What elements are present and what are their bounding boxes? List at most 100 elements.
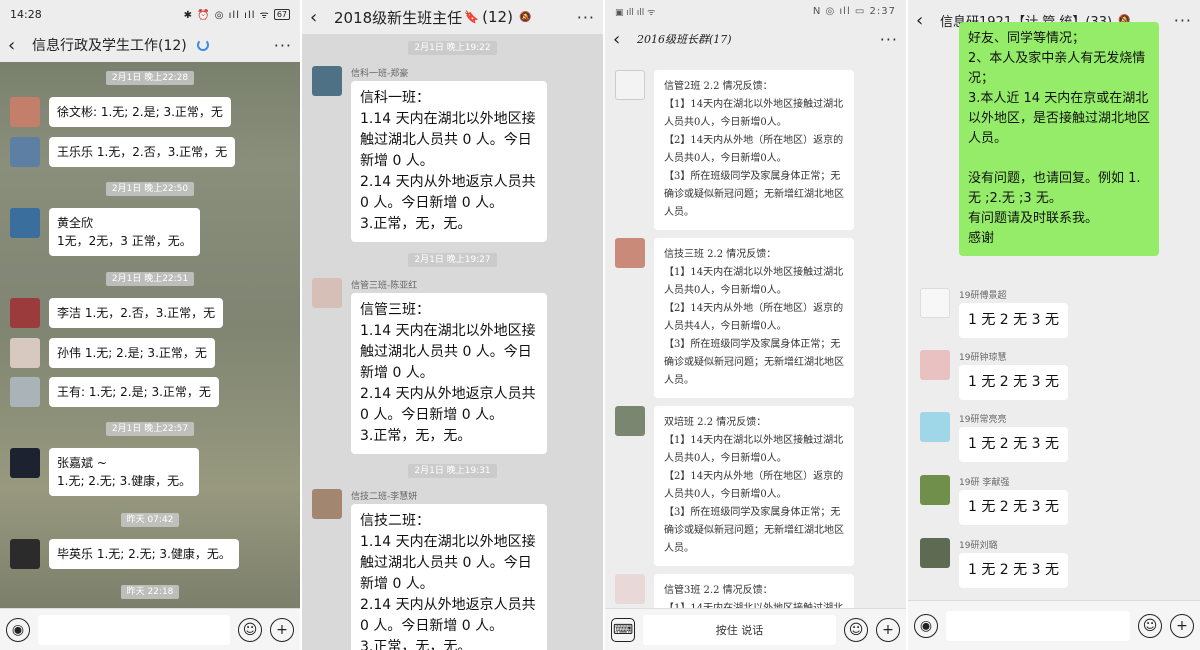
avatar[interactable] — [920, 538, 950, 568]
message: 张嘉斌 ~ 1.无; 2.无; 3.健康，无。 — [10, 448, 200, 496]
avatar[interactable] — [312, 489, 342, 519]
avatar[interactable] — [10, 137, 40, 167]
chat-panel-3: ▣ ıll ıll ᯤ N ◎ ıll ▭ 2:37 ‹ 2016级班长群(17… — [605, 0, 906, 650]
sender-name: 19研常亮亮 — [959, 415, 1007, 425]
own-message: 好友、同学等情况； 2、本人及家中亲人有无发烧情况； 3.本人近 14 天内在京… — [950, 22, 1159, 256]
message: 李洁 1.无，2.否，3.正常，无 — [10, 298, 224, 328]
back-icon[interactable]: ‹ — [8, 35, 26, 56]
message-bubble[interactable]: 张嘉斌 ~ 1.无; 2.无; 3.健康，无。 — [49, 448, 200, 496]
message: 19研常亮亮 1 无 2 无 3 无 — [920, 412, 1068, 462]
message-bubble[interactable]: 信管三班： 1.14 天内在湖北以外地区接触过湖北人员共 0 人。今日新增 0 … — [351, 293, 547, 454]
emoji-icon[interactable]: ☺ — [1138, 613, 1162, 638]
avatar[interactable] — [615, 574, 645, 604]
chat-panel-4: ‹ 信息研1921【计 管 统】(33) 🔕 ··· 好友、同学等情况； 2、本… — [908, 0, 1200, 650]
message-bubble[interactable]: 李洁 1.无，2.否，3.正常，无 — [49, 298, 224, 328]
message-bubble[interactable]: 1 无 2 无 3 无 — [959, 365, 1068, 400]
message-bubble[interactable]: 好友、同学等情况； 2、本人及家中亲人有无发烧情况； 3.本人近 14 天内在京… — [959, 22, 1159, 256]
voice-icon[interactable]: ◉ — [914, 613, 938, 638]
chat-panel-1: 14:28 ✱ ⏰ ◎ ıll ıll ᯤ 67 ‹ 信息行政及学生工作(12)… — [0, 0, 300, 650]
battery-icon: 67 — [273, 8, 290, 20]
message-bubble[interactable]: 王有: 1.无; 2.是; 3.正常，无 — [49, 377, 219, 407]
add-icon[interactable]: + — [270, 617, 294, 642]
message: 王有: 1.无; 2.是; 3.正常，无 — [10, 377, 219, 407]
avatar[interactable] — [10, 539, 40, 569]
message: 19研钟琼慧 1 无 2 无 3 无 — [920, 350, 1068, 400]
emoji-icon[interactable]: ☺ — [844, 617, 868, 642]
avatar[interactable] — [615, 70, 645, 100]
more-icon[interactable]: ··· — [880, 30, 898, 49]
message: 徐文彬: 1.无; 2.是; 3.正常，无 — [10, 97, 231, 127]
sender-name: 信管三班-陈亚红 — [351, 281, 418, 291]
status-icons: ✱ ⏰ ◎ ıll ıll ᯤ — [183, 10, 270, 21]
avatar[interactable] — [312, 66, 342, 96]
input-bar: ◉ ☺ + — [908, 600, 1200, 650]
voice-icon[interactable]: ◉ — [6, 617, 30, 642]
message: 信管三班-陈亚红 信管三班： 1.14 天内在湖北以外地区接触过湖北人员共 0 … — [312, 278, 547, 454]
sender-name: 信技二班-李慧妍 — [351, 492, 418, 502]
sender-name: 信科一班-郑豪 — [351, 69, 409, 79]
hold-to-talk-button[interactable]: 按住 说话 — [643, 614, 836, 645]
avatar[interactable] — [920, 288, 950, 318]
chat-panel-2: ‹ 2018级新生班主任 🔖 (12) 🔕 ··· 2月1日 晚上19:22 信… — [302, 0, 603, 650]
message-bubble[interactable]: 孙伟 1.无; 2.是; 3.正常，无 — [49, 338, 215, 368]
input-bar: ⌨ 按住 说话 ☺ + — [605, 608, 906, 650]
message-bubble[interactable]: 徐文彬: 1.无; 2.是; 3.正常，无 — [49, 97, 231, 127]
add-icon[interactable]: + — [1170, 613, 1194, 638]
message-bubble[interactable]: 黄全欣 1无，2无，3 正常，无。 — [49, 208, 200, 256]
back-icon[interactable]: ‹ — [916, 10, 934, 31]
message-input[interactable] — [38, 614, 230, 645]
message-bubble[interactable]: 信管2班 2.2 情况反馈： 【1】14天内在湖北以外地区接触过湖北人员共0人，… — [654, 70, 854, 230]
avatar[interactable] — [10, 97, 40, 127]
avatar[interactable] — [10, 377, 40, 407]
timestamp: 2月1日 晚上22:57 — [0, 421, 300, 436]
message: 毕英乐 1.无; 2.无; 3.健康，无。 — [10, 539, 239, 569]
timestamp: 2月1日 晚上22:28 — [0, 70, 300, 85]
chat-header: ‹ 2016级班长群(17) ··· — [605, 22, 906, 56]
message-input[interactable] — [946, 610, 1130, 641]
keyboard-icon[interactable]: ⌨ — [611, 617, 635, 642]
sender-name: 19研刘璐 — [959, 541, 998, 551]
message-bubble[interactable]: 毕英乐 1.无; 2.无; 3.健康，无。 — [49, 539, 239, 569]
message-bubble[interactable]: 1 无 2 无 3 无 — [959, 427, 1068, 462]
back-icon[interactable]: ‹ — [613, 29, 631, 50]
avatar[interactable] — [920, 475, 950, 505]
add-icon[interactable]: + — [876, 617, 900, 642]
status-time: 14:28 — [10, 7, 42, 21]
pin-icon: 🔖 — [464, 10, 480, 24]
avatar[interactable] — [10, 208, 40, 238]
status-right-icons: N ◎ ıll ▭ 2:37 — [812, 5, 896, 17]
message: 王乐乐 1.无，2.否，3.正常，无 — [10, 137, 236, 167]
more-icon[interactable]: ··· — [577, 8, 595, 27]
timestamp: 2月1日 晚上22:51 — [0, 271, 300, 286]
mute-icon: 🔕 — [518, 11, 532, 23]
avatar[interactable] — [10, 448, 40, 478]
avatar[interactable] — [10, 298, 40, 328]
message: 黄全欣 1无，2无，3 正常，无。 — [10, 208, 200, 256]
message-bubble[interactable]: 1 无 2 无 3 无 — [959, 553, 1068, 588]
more-icon[interactable]: ··· — [1174, 11, 1192, 30]
message-bubble[interactable]: 1 无 2 无 3 无 — [959, 490, 1068, 525]
sender-name: 19研 李献强 — [959, 478, 1010, 488]
message-bubble[interactable]: 信科一班： 1.14 天内在湖北以外地区接触过湖北人员共 0 人。今日新增 0 … — [351, 81, 547, 242]
avatar[interactable] — [615, 406, 645, 436]
avatar[interactable] — [920, 412, 950, 442]
message: 19研刘璐 1 无 2 无 3 无 — [920, 538, 1068, 588]
status-left-icons: ▣ ıll ıll ᯤ — [615, 7, 656, 18]
message: 19研傅景超 1 无 2 无 3 无 — [920, 288, 1068, 338]
message-bubble[interactable]: 信技三班 2.2 情况反馈： 【1】14天内在湖北以外地区接触过湖北人员共0人，… — [654, 238, 854, 398]
message: 19研 李献强 1 无 2 无 3 无 — [920, 475, 1068, 525]
message-bubble[interactable]: 信技二班： 1.14 天内在湖北以外地区接触过湖北人员共 0 人。今日新增 0 … — [351, 504, 547, 650]
emoji-icon[interactable]: ☺ — [238, 617, 262, 642]
timestamp: 2月1日 晚上19:27 — [302, 252, 603, 267]
message-bubble[interactable]: 双培班 2.2 情况反馈： 【1】14天内在湖北以外地区接触过湖北人员共0人，今… — [654, 406, 854, 566]
avatar[interactable] — [312, 278, 342, 308]
avatar[interactable] — [615, 238, 645, 268]
timestamp: 2月1日 晚上22:50 — [0, 181, 300, 196]
back-icon[interactable]: ‹ — [310, 7, 328, 28]
more-icon[interactable]: ··· — [274, 36, 292, 55]
message-bubble[interactable]: 1 无 2 无 3 无 — [959, 303, 1068, 338]
avatar[interactable] — [920, 350, 950, 380]
message-bubble[interactable]: 王乐乐 1.无，2.否，3.正常，无 — [49, 137, 236, 167]
avatar[interactable] — [10, 338, 40, 368]
chat-title: 2018级新生班主任 — [334, 8, 463, 27]
